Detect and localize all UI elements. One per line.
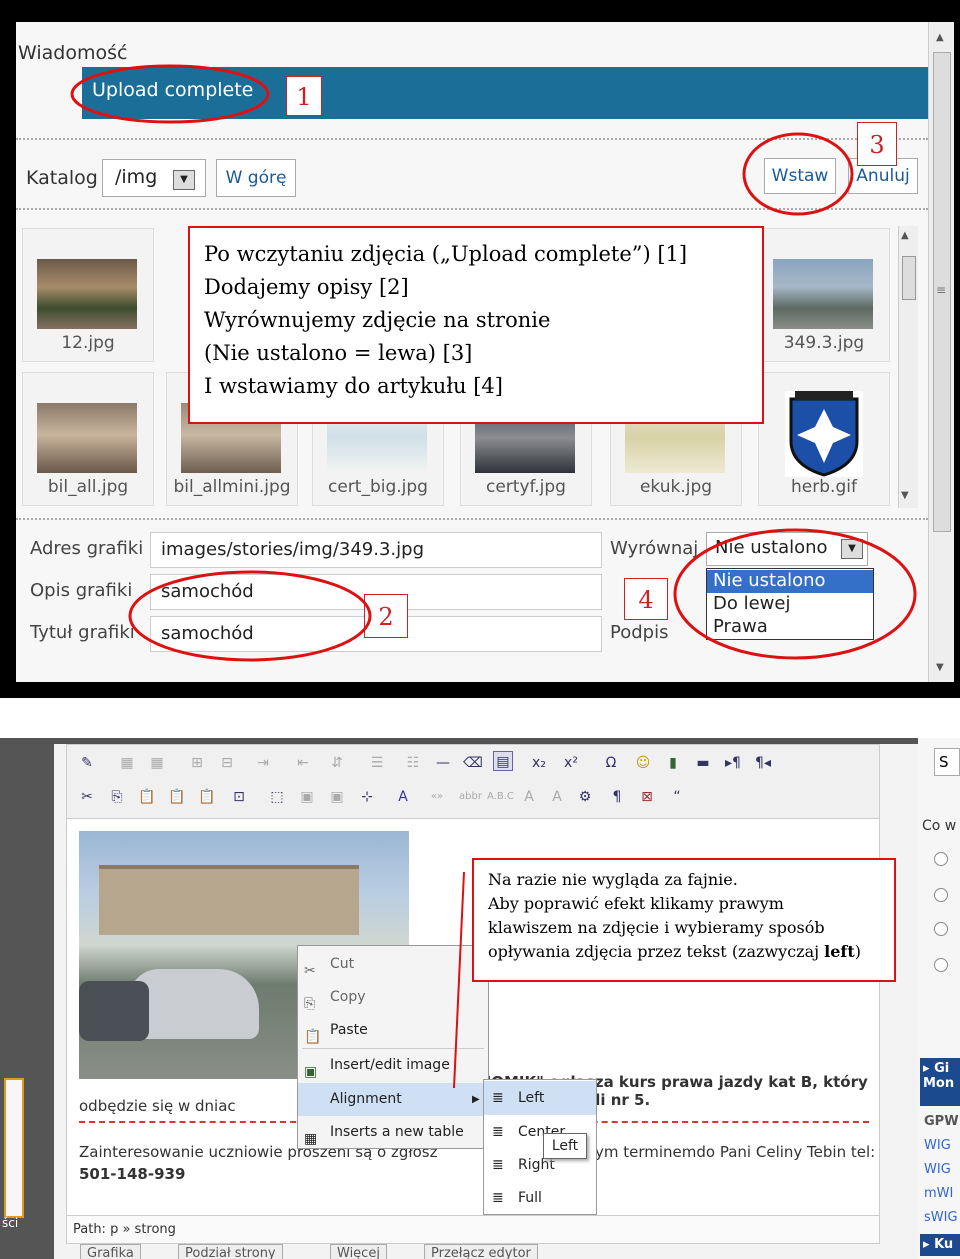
- page: Wiadomość Upload complete Katalog /img ▼…: [0, 0, 960, 1259]
- instruction-note-top: Po wczytaniu zdjęcia („Upload complete”)…: [188, 226, 764, 424]
- note-line: Aby poprawić efekt klikamy prawym: [488, 894, 784, 913]
- note-line: Po wczytaniu zdjęcia („Upload complete”)…: [204, 242, 688, 266]
- note-line: klawiszem na zdjęcie i wybieramy sposób: [488, 918, 825, 937]
- note-line: I wstawiamy do artykułu [4]: [204, 374, 503, 398]
- bottom-screenshot: ści ✎ ▦ ▦ ⊞ ⊟ ⇥ ⇤ ⇵ ☰ ☷ — ⌫ ▤ x₂ x² Ω ☺ …: [0, 738, 960, 1259]
- ellipse-descriptions: [128, 570, 372, 662]
- ellipse-alignment: [673, 528, 917, 660]
- annotation-arrow: [453, 871, 465, 1089]
- note-line: (Nie ustalono = lewa) [3]: [204, 341, 473, 365]
- ellipse-insert-button: [742, 132, 854, 216]
- note-line: Wyrównujemy zdjęcie na stronie: [204, 308, 551, 332]
- note-line: opływania zdjęcia przez tekst (zazwyczaj…: [488, 942, 861, 961]
- note-line: Dodajemy opisy [2]: [204, 275, 409, 299]
- note-line: Na razie nie wygląda za fajnie.: [488, 870, 738, 889]
- instruction-note-bottom: Na razie nie wygląda za fajnie. Aby popr…: [472, 858, 896, 982]
- ellipse-upload-complete: [70, 64, 270, 124]
- note-bold-word: left: [824, 942, 855, 961]
